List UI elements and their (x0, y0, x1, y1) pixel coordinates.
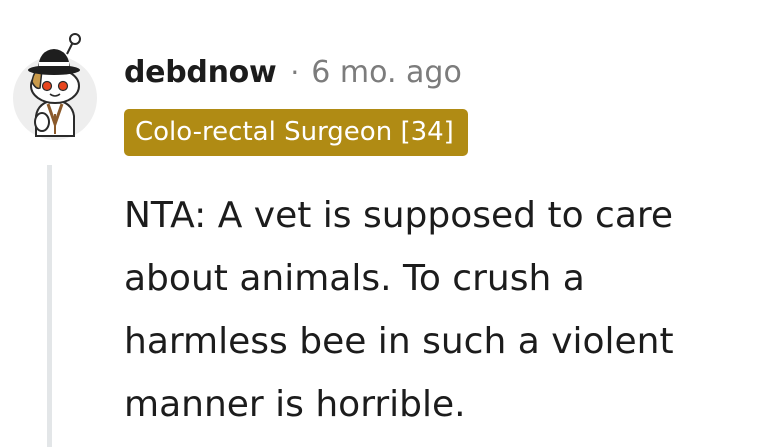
thread-collapse-line[interactable] (47, 165, 52, 447)
comment: debdnow · 6 mo. ago Colo-rectal Surgeon … (0, 0, 770, 447)
user-flair-badge: Colo-rectal Surgeon [34] (124, 109, 468, 156)
meta-separator: · (290, 55, 300, 89)
snoo-avatar-icon (13, 33, 97, 140)
comment-meta: debdnow · 6 mo. ago (124, 52, 462, 92)
username-link[interactable]: debdnow (124, 55, 277, 90)
comment-timestamp[interactable]: 6 mo. ago (311, 55, 462, 90)
user-avatar-icon[interactable] (12, 32, 98, 140)
comment-body: NTA: A vet is supposed to care about ani… (124, 195, 674, 425)
